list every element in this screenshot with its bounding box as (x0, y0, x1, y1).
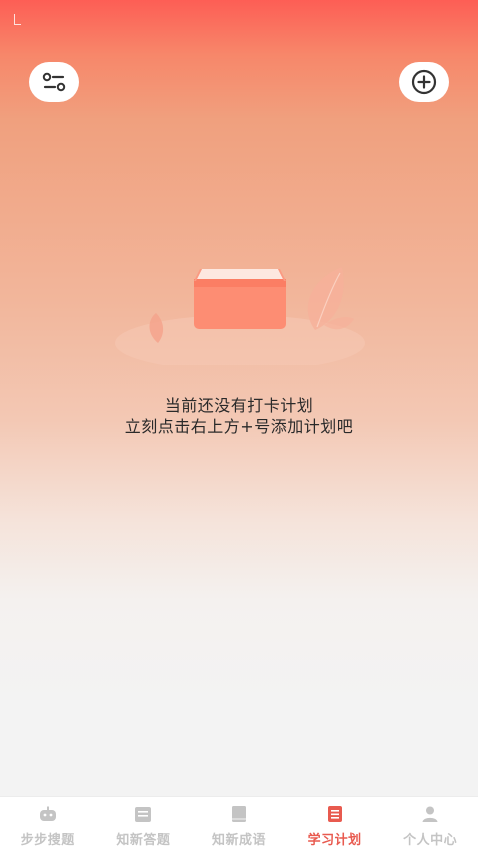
bottom-tab-bar: 步步搜题 知新答题 知新成语 学习计划 个人中心 (0, 796, 478, 850)
status-indicator-icon (14, 14, 21, 25)
tab-label: 个人中心 (403, 833, 458, 848)
tab-study-plan[interactable]: 学习计划 (287, 797, 383, 850)
filter-button[interactable] (29, 62, 79, 102)
answer-sheet-icon (135, 807, 152, 822)
plus-circle-icon (411, 69, 437, 95)
empty-state-hint: 立刻点击右上方+号添加计划吧 (124, 417, 354, 436)
tab-profile[interactable]: 个人中心 (382, 797, 478, 850)
tab-answer-quiz[interactable]: 知新答题 (96, 797, 192, 850)
user-icon (422, 806, 438, 822)
tab-idioms[interactable]: 知新成语 (191, 797, 287, 850)
robot-icon (39, 806, 56, 821)
filter-settings-icon (42, 72, 66, 92)
tab-label: 学习计划 (307, 833, 362, 848)
plan-list-icon (327, 806, 342, 822)
study-plan-screen: 当前还没有打卡计划 立刻点击右上方+号添加计划吧 步步搜题 知新答题 知新成语 … (0, 0, 478, 850)
tab-label: 知新答题 (116, 833, 171, 848)
add-plan-button[interactable] (399, 62, 449, 102)
tab-search-questions[interactable]: 步步搜题 (0, 797, 96, 850)
book-icon (231, 806, 246, 822)
tab-label: 知新成语 (211, 833, 266, 848)
empty-state-title: 当前还没有打卡计划 (164, 396, 314, 415)
tab-label: 步步搜题 (20, 833, 75, 848)
empty-box-icon (115, 267, 365, 365)
